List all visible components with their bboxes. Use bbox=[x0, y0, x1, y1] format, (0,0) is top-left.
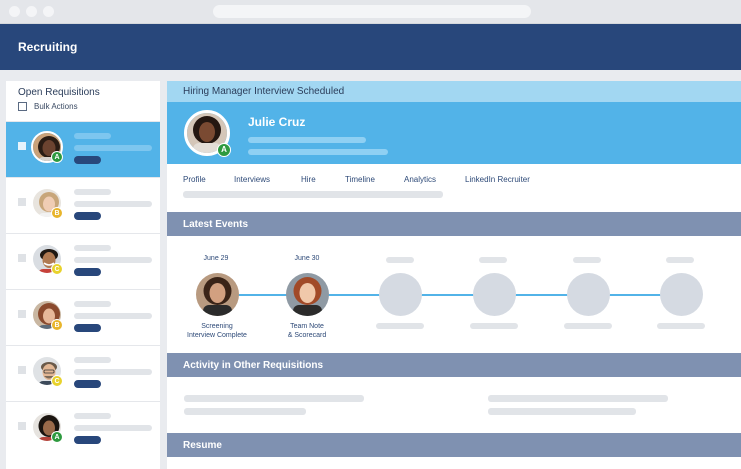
window-maximize-button[interactable] bbox=[43, 6, 54, 17]
placeholder-name bbox=[74, 133, 111, 139]
resume-header[interactable]: Resume bbox=[167, 433, 741, 457]
rating-badge: C bbox=[51, 375, 63, 387]
requisition-row[interactable]: A bbox=[6, 401, 160, 457]
placeholder-date bbox=[479, 257, 507, 263]
placeholder-activity bbox=[488, 408, 636, 415]
row-checkbox[interactable] bbox=[18, 198, 26, 206]
placeholder-name bbox=[74, 189, 111, 195]
app-title: Recruiting bbox=[18, 40, 78, 54]
requisition-row[interactable]: C bbox=[6, 345, 160, 401]
stage-banner: Hiring Manager Interview Scheduled bbox=[167, 81, 741, 102]
latest-events-header: Latest Events bbox=[167, 212, 741, 236]
placeholder-activity bbox=[184, 408, 306, 415]
candidate-header: A Julie Cruz bbox=[167, 102, 741, 164]
row-checkbox[interactable] bbox=[18, 422, 26, 430]
event-date: June 30 bbox=[294, 255, 320, 262]
requisitions-sidebar: Open Requisitions Bulk Actions A B C B C… bbox=[6, 81, 160, 469]
tab-analytics[interactable]: Analytics bbox=[404, 175, 436, 184]
event-avatar[interactable] bbox=[196, 273, 239, 316]
rating-badge: A bbox=[51, 151, 63, 163]
status-pill bbox=[74, 212, 101, 220]
requisition-row[interactable]: C bbox=[6, 233, 160, 289]
address-bar[interactable] bbox=[213, 5, 531, 18]
placeholder-date bbox=[386, 257, 414, 263]
placeholder-title bbox=[74, 201, 152, 207]
placeholder-name bbox=[74, 245, 111, 251]
window-minimize-button[interactable] bbox=[26, 6, 37, 17]
tab-profile[interactable]: Profile bbox=[183, 175, 206, 184]
placeholder-label bbox=[564, 323, 612, 329]
bulk-actions[interactable]: Bulk Actions bbox=[18, 102, 78, 111]
latest-events-title: Latest Events bbox=[183, 219, 249, 230]
row-checkbox[interactable] bbox=[18, 142, 26, 150]
requisition-row[interactable]: B bbox=[6, 289, 160, 345]
bulk-actions-label: Bulk Actions bbox=[34, 102, 78, 111]
placeholder-name bbox=[74, 357, 111, 363]
stage-text: Hiring Manager Interview Scheduled bbox=[183, 86, 345, 97]
placeholder-subtitle bbox=[248, 149, 388, 155]
event-placeholder bbox=[567, 273, 610, 316]
placeholder-activity bbox=[184, 395, 364, 402]
activity-title: Activity in Other Requisitions bbox=[183, 360, 324, 371]
candidate-tabs: Profile Interviews Hire Timeline Analyti… bbox=[167, 164, 741, 209]
bulk-actions-checkbox[interactable] bbox=[18, 102, 27, 111]
browser-titlebar bbox=[0, 0, 741, 24]
status-pill bbox=[74, 268, 101, 276]
event-placeholder bbox=[660, 273, 703, 316]
placeholder-activity bbox=[488, 395, 668, 402]
app-header: Recruiting bbox=[0, 24, 741, 70]
requisition-row[interactable]: B bbox=[6, 177, 160, 233]
status-pill bbox=[74, 436, 101, 444]
resume-title: Resume bbox=[183, 440, 222, 451]
event-label-line: Team Note bbox=[290, 323, 324, 330]
placeholder-date bbox=[666, 257, 694, 263]
placeholder-date bbox=[573, 257, 601, 263]
rating-badge: A bbox=[51, 431, 63, 443]
event-label: Team Note & Scorecard bbox=[267, 322, 347, 340]
activity-header: Activity in Other Requisitions bbox=[167, 353, 741, 377]
placeholder-tab-content bbox=[183, 191, 443, 198]
placeholder-title bbox=[74, 145, 152, 151]
window-close-button[interactable] bbox=[9, 6, 20, 17]
placeholder-title bbox=[74, 257, 152, 263]
placeholder-subtitle bbox=[248, 137, 366, 143]
status-pill bbox=[74, 324, 101, 332]
placeholder-label bbox=[376, 323, 424, 329]
event-placeholder bbox=[379, 273, 422, 316]
tab-interviews[interactable]: Interviews bbox=[234, 175, 270, 184]
row-checkbox[interactable] bbox=[18, 310, 26, 318]
placeholder-label bbox=[470, 323, 518, 329]
tab-hire[interactable]: Hire bbox=[301, 175, 316, 184]
event-label-line: & Scorecard bbox=[287, 332, 327, 339]
requisition-row[interactable]: A bbox=[6, 121, 160, 177]
candidate-rating-badge: A bbox=[217, 143, 231, 157]
event-label: Screening Interview Complete bbox=[177, 322, 257, 340]
placeholder-title bbox=[74, 425, 152, 431]
tab-timeline[interactable]: Timeline bbox=[345, 175, 375, 184]
event-label-line: Screening bbox=[201, 323, 233, 330]
event-placeholder bbox=[473, 273, 516, 316]
candidate-panel: Hiring Manager Interview Scheduled A Jul… bbox=[167, 81, 741, 469]
placeholder-name bbox=[74, 301, 111, 307]
sidebar-title: Open Requisitions bbox=[18, 87, 100, 98]
candidate-name: Julie Cruz bbox=[248, 115, 306, 129]
placeholder-title bbox=[74, 369, 152, 375]
event-date: June 29 bbox=[203, 255, 229, 262]
row-checkbox[interactable] bbox=[18, 254, 26, 262]
status-pill bbox=[74, 380, 101, 388]
event-label-line: Interview Complete bbox=[187, 332, 247, 339]
rating-badge: B bbox=[51, 319, 63, 331]
placeholder-title bbox=[74, 313, 152, 319]
event-avatar[interactable] bbox=[286, 273, 329, 316]
tab-linkedin-recruiter[interactable]: LinkedIn Recruiter bbox=[465, 175, 530, 184]
status-pill bbox=[74, 156, 101, 164]
rating-badge: B bbox=[51, 207, 63, 219]
placeholder-name bbox=[74, 413, 111, 419]
placeholder-label bbox=[657, 323, 705, 329]
rating-badge: C bbox=[51, 263, 63, 275]
row-checkbox[interactable] bbox=[18, 366, 26, 374]
